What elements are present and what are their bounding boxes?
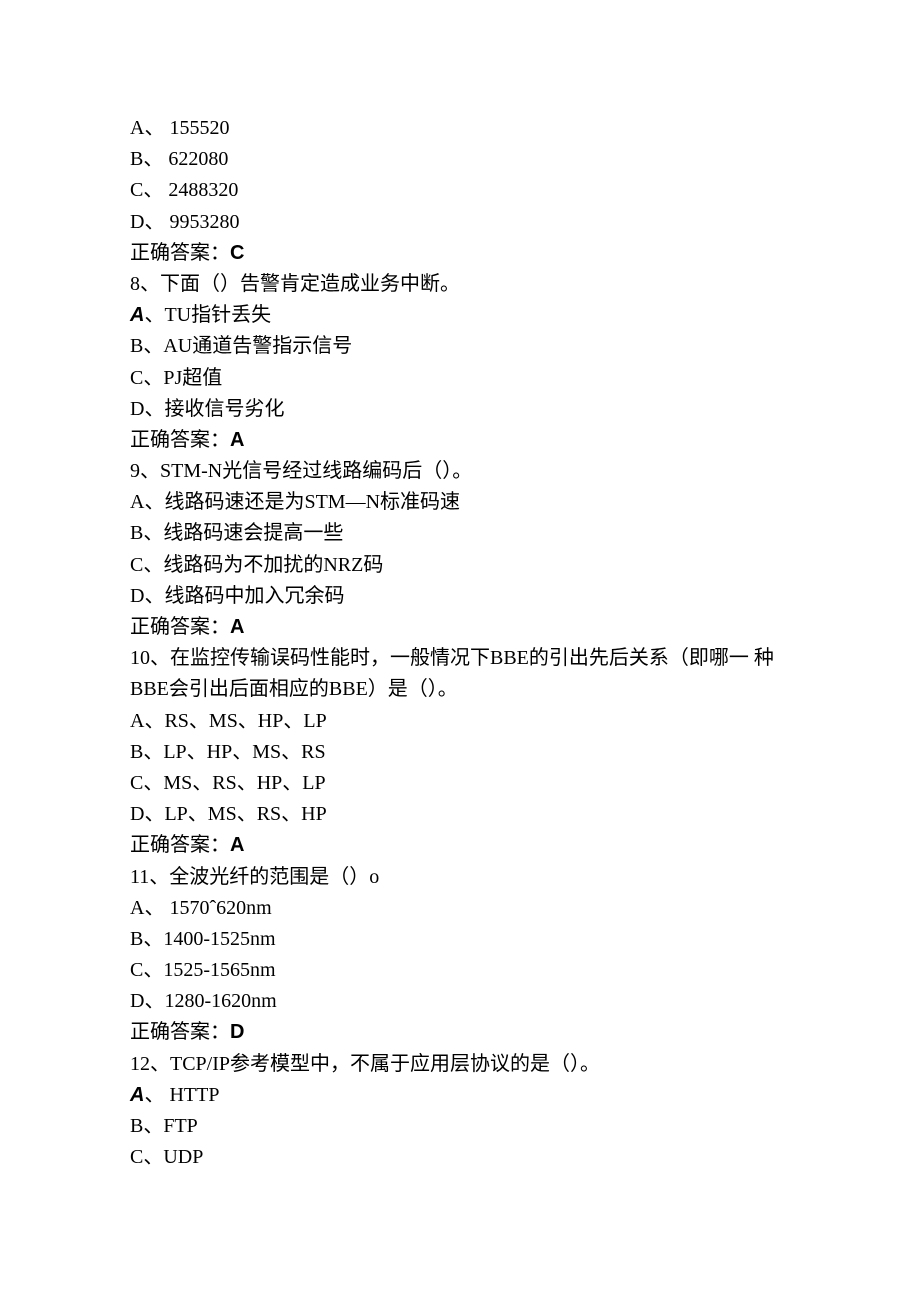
text: 11、全波光纤的范围是（）o bbox=[130, 866, 379, 888]
text: 9、STM-N光信号经过线路编码后（）。 bbox=[130, 460, 472, 482]
text: 10、在监控传输误码性能时，一般情况下BBE的引出先后关系（即哪一 种 bbox=[130, 647, 774, 669]
q10-option-a: A、RS、MS、HP、LP bbox=[130, 706, 790, 737]
q10-answer: 正确答案：A bbox=[130, 830, 790, 861]
q8-answer: 正确答案：A bbox=[130, 425, 790, 456]
option-letter: A bbox=[130, 304, 144, 326]
q10-option-d: D、LP、MS、RS、HP bbox=[130, 799, 790, 830]
q7-option-b: B、 622080 bbox=[130, 144, 790, 175]
answer-label: 正确答案： bbox=[130, 616, 230, 638]
text: 8、下面（）告警肯定造成业务中断。 bbox=[130, 273, 460, 295]
q10-option-b: B、LP、HP、MS、RS bbox=[130, 737, 790, 768]
text: 、 HTTP bbox=[144, 1084, 219, 1106]
text: B、 622080 bbox=[130, 148, 228, 170]
text: B、线路码速会提高一些 bbox=[130, 522, 343, 544]
text: C、1525-1565nm bbox=[130, 959, 276, 981]
text: C、MS、RS、HP、LP bbox=[130, 772, 326, 794]
text: BBE会引出后面相应的BBE）是（）。 bbox=[130, 678, 458, 700]
answer-label: 正确答案： bbox=[130, 834, 230, 856]
q11-option-c: C、1525-1565nm bbox=[130, 955, 790, 986]
q10-option-c: C、MS、RS、HP、LP bbox=[130, 768, 790, 799]
q11-option-a: A、 1570ˆ620nm bbox=[130, 893, 790, 924]
text: A、RS、MS、HP、LP bbox=[130, 710, 327, 732]
q9-stem: 9、STM-N光信号经过线路编码后（）。 bbox=[130, 456, 790, 487]
q8-option-a: A、TU指针丢失 bbox=[130, 300, 790, 331]
q11-option-d: D、1280-1620nm bbox=[130, 986, 790, 1017]
text: B、LP、HP、MS、RS bbox=[130, 741, 326, 763]
answer-value: A bbox=[230, 429, 244, 451]
text: 12、TCP/IP参考模型中，不属于应用层协议的是（）。 bbox=[130, 1053, 600, 1075]
text: C、线路码为不加扰的NRZ码 bbox=[130, 554, 383, 576]
text: B、AU通道告警指示信号 bbox=[130, 335, 352, 357]
q12-option-a: A、 HTTP bbox=[130, 1080, 790, 1111]
text: D、1280-1620nm bbox=[130, 990, 277, 1012]
q11-answer: 正确答案：D bbox=[130, 1017, 790, 1048]
text: A、 155520 bbox=[130, 117, 229, 139]
q12-option-c: C、UDP bbox=[130, 1142, 790, 1173]
answer-value: D bbox=[230, 1021, 244, 1043]
text: D、线路码中加入冗余码 bbox=[130, 585, 344, 607]
text: D、LP、MS、RS、HP bbox=[130, 803, 327, 825]
q8-option-d: D、接收信号劣化 bbox=[130, 394, 790, 425]
text: 、TU指针丢失 bbox=[144, 304, 271, 326]
option-letter: A bbox=[130, 1084, 144, 1106]
q9-option-a: A、线路码速还是为STM—N标准码速 bbox=[130, 487, 790, 518]
q11-option-b: B、1400-1525nm bbox=[130, 924, 790, 955]
text: C、UDP bbox=[130, 1146, 203, 1168]
q7-option-a: A、 155520 bbox=[130, 113, 790, 144]
text: C、 2488320 bbox=[130, 179, 238, 201]
text: B、1400-1525nm bbox=[130, 928, 276, 950]
text: C、PJ超值 bbox=[130, 367, 222, 389]
text: A、线路码速还是为STM—N标准码速 bbox=[130, 491, 460, 513]
text: D、 9953280 bbox=[130, 211, 239, 233]
q7-option-c: C、 2488320 bbox=[130, 175, 790, 206]
q12-option-b: B、FTP bbox=[130, 1111, 790, 1142]
text: D、接收信号劣化 bbox=[130, 398, 284, 420]
q7-option-d: D、 9953280 bbox=[130, 207, 790, 238]
q7-answer: 正确答案：C bbox=[130, 238, 790, 269]
answer-value: A bbox=[230, 616, 244, 638]
answer-label: 正确答案： bbox=[130, 429, 230, 451]
document-page: A、 155520 B、 622080 C、 2488320 D、 995328… bbox=[0, 0, 920, 1301]
q8-stem: 8、下面（）告警肯定造成业务中断。 bbox=[130, 269, 790, 300]
text: A、 1570ˆ620nm bbox=[130, 897, 272, 919]
answer-value: A bbox=[230, 834, 244, 856]
q9-option-c: C、线路码为不加扰的NRZ码 bbox=[130, 550, 790, 581]
answer-value: C bbox=[230, 242, 244, 264]
q10-stem-line2: BBE会引出后面相应的BBE）是（）。 bbox=[130, 674, 790, 705]
q8-option-c: C、PJ超值 bbox=[130, 363, 790, 394]
q8-option-b: B、AU通道告警指示信号 bbox=[130, 331, 790, 362]
answer-label: 正确答案： bbox=[130, 1021, 230, 1043]
q9-answer: 正确答案：A bbox=[130, 612, 790, 643]
q9-option-b: B、线路码速会提高一些 bbox=[130, 518, 790, 549]
q9-option-d: D、线路码中加入冗余码 bbox=[130, 581, 790, 612]
q10-stem-line1: 10、在监控传输误码性能时，一般情况下BBE的引出先后关系（即哪一 种 bbox=[130, 643, 790, 674]
answer-label: 正确答案： bbox=[130, 242, 230, 264]
q11-stem: 11、全波光纤的范围是（）o bbox=[130, 862, 790, 893]
text: B、FTP bbox=[130, 1115, 198, 1137]
q12-stem: 12、TCP/IP参考模型中，不属于应用层协议的是（）。 bbox=[130, 1049, 790, 1080]
